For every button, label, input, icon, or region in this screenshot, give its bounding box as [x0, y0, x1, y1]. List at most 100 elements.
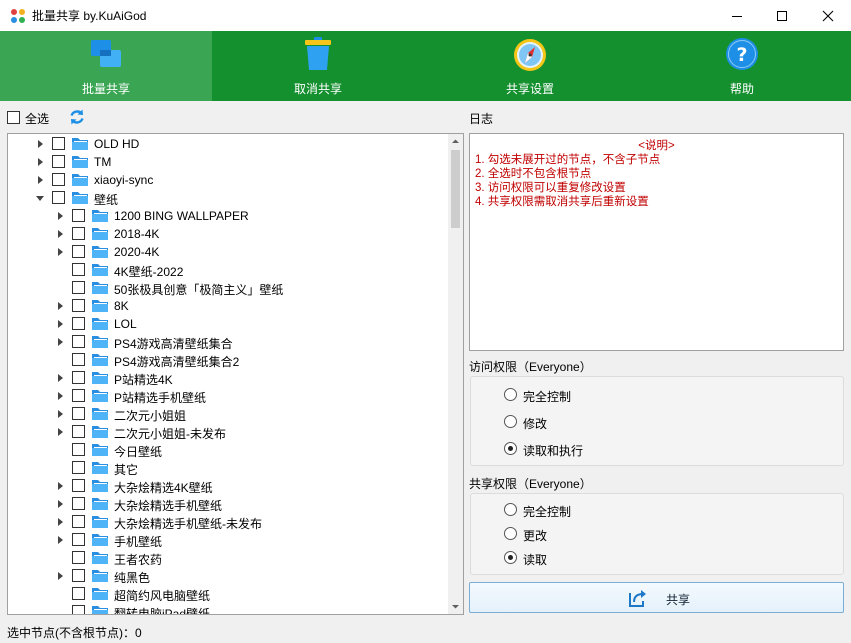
collapsed-arrow-icon[interactable] [55, 246, 65, 258]
tree-node[interactable]: 其它 [8, 459, 449, 477]
node-checkbox[interactable] [72, 245, 85, 258]
tree-node[interactable]: 超简约风电脑壁纸 [8, 585, 449, 603]
tree-vertical-scrollbar[interactable] [448, 134, 463, 614]
collapsed-arrow-icon[interactable] [55, 318, 65, 330]
tree-node[interactable]: TM [8, 153, 449, 171]
node-checkbox[interactable] [72, 389, 85, 402]
node-checkbox[interactable] [52, 173, 65, 186]
radio-dot[interactable] [504, 503, 517, 516]
tree-node-label: 手机壁纸 [114, 535, 163, 549]
log-textbox[interactable]: <说明> 1. 勾选未展开过的节点，不含子节点 2. 全选时不包含根节点 3. … [469, 133, 844, 351]
tree-node[interactable]: P站精选手机壁纸 [8, 387, 449, 405]
close-button[interactable] [805, 0, 851, 31]
tree-node[interactable]: 2020-4K [8, 243, 449, 261]
maximize-button[interactable] [759, 0, 805, 31]
node-checkbox[interactable] [52, 137, 65, 150]
collapsed-arrow-icon[interactable] [55, 336, 65, 348]
tree-node[interactable]: 二次元小姐姐 [8, 405, 449, 423]
node-checkbox[interactable] [72, 353, 85, 366]
tree-node-label: 二次元小姐姐-未发布 [114, 427, 226, 441]
node-checkbox[interactable] [72, 551, 85, 564]
node-checkbox[interactable] [72, 335, 85, 348]
toolbar-share-settings-button[interactable]: 共享设置 [424, 31, 636, 101]
tree-node[interactable]: 今日壁纸 [8, 441, 449, 459]
scroll-up-arrow-icon[interactable] [448, 134, 463, 149]
collapsed-arrow-icon[interactable] [55, 228, 65, 240]
collapsed-arrow-icon[interactable] [55, 426, 65, 438]
radio-dot[interactable] [504, 527, 517, 540]
node-checkbox[interactable] [72, 479, 85, 492]
tree-node[interactable]: P站精选4K [8, 369, 449, 387]
radio-label: 完全控制 [523, 505, 572, 519]
collapsed-arrow-icon[interactable] [35, 138, 45, 150]
node-checkbox[interactable] [72, 281, 85, 294]
tree-node[interactable]: xiaoyi-sync [8, 171, 449, 189]
tree-node-label: 2020-4K [114, 245, 160, 259]
checkbox[interactable] [7, 111, 20, 124]
toolbar-batch-share-button[interactable]: 批量共享 [0, 31, 212, 101]
tree-node[interactable]: 大杂烩精选手机壁纸 [8, 495, 449, 513]
collapsed-arrow-icon[interactable] [55, 570, 65, 582]
tree-node[interactable]: OLD HD [8, 135, 449, 153]
scrollbar-thumb[interactable] [451, 150, 460, 228]
tree-node[interactable]: 纯黑色 [8, 567, 449, 585]
node-checkbox[interactable] [72, 209, 85, 222]
node-checkbox[interactable] [72, 425, 85, 438]
node-checkbox[interactable] [72, 587, 85, 600]
radio-dot[interactable] [504, 551, 517, 564]
node-checkbox[interactable] [72, 299, 85, 312]
tree-node[interactable]: 1200 BING WALLPAPER [8, 207, 449, 225]
tree-node[interactable]: 8K [8, 297, 449, 315]
refresh-button[interactable] [68, 108, 86, 126]
tree-node[interactable]: 50张极具创意「极简主义」壁纸 [8, 279, 449, 297]
collapsed-arrow-icon[interactable] [35, 156, 45, 168]
collapsed-arrow-icon[interactable] [35, 174, 45, 186]
share-button[interactable]: 共享 [469, 582, 844, 613]
node-checkbox[interactable] [52, 155, 65, 168]
tree-node[interactable]: 大杂烩精选手机壁纸-未发布 [8, 513, 449, 531]
node-checkbox[interactable] [72, 533, 85, 546]
folder-tree[interactable]: OLD HD TM xiaoyi-sync 壁纸 1200 BING WALLPAPER… [7, 133, 464, 615]
collapsed-arrow-icon[interactable] [55, 210, 65, 222]
node-checkbox[interactable] [72, 443, 85, 456]
minimize-button[interactable] [714, 0, 760, 31]
collapsed-arrow-icon[interactable] [55, 408, 65, 420]
tree-node[interactable]: 二次元小姐姐-未发布 [8, 423, 449, 441]
collapsed-arrow-icon[interactable] [55, 498, 65, 510]
tree-node[interactable]: 大杂烩精选4K壁纸 [8, 477, 449, 495]
select-all-checkbox[interactable]: 全选 [7, 110, 67, 126]
tree-node[interactable]: 王者农药 [8, 549, 449, 567]
node-checkbox[interactable] [52, 191, 65, 204]
tree-node[interactable]: LOL [8, 315, 449, 333]
toolbar-help-button[interactable]: ? 帮助 [636, 31, 848, 101]
tree-node[interactable]: PS4游戏高清壁纸集合2 [8, 351, 449, 369]
tree-node[interactable]: 壁纸 [8, 189, 449, 207]
collapsed-arrow-icon[interactable] [55, 390, 65, 402]
collapsed-arrow-icon[interactable] [55, 300, 65, 312]
tree-node[interactable]: 4K壁纸-2022 [8, 261, 449, 279]
node-checkbox[interactable] [72, 227, 85, 240]
node-checkbox[interactable] [72, 371, 85, 384]
tree-node[interactable]: 翻转电脑iPad壁纸 [8, 603, 449, 614]
radio-dot[interactable] [504, 415, 517, 428]
node-checkbox[interactable] [72, 497, 85, 510]
collapsed-arrow-icon[interactable] [55, 516, 65, 528]
radio-dot[interactable] [504, 442, 517, 455]
node-checkbox[interactable] [72, 461, 85, 474]
node-checkbox[interactable] [72, 407, 85, 420]
node-checkbox[interactable] [72, 263, 85, 276]
node-checkbox[interactable] [72, 605, 85, 614]
node-checkbox[interactable] [72, 515, 85, 528]
expanded-arrow-icon[interactable] [35, 192, 45, 204]
collapsed-arrow-icon[interactable] [55, 372, 65, 384]
collapsed-arrow-icon[interactable] [55, 534, 65, 546]
tree-node[interactable]: PS4游戏高清壁纸集合 [8, 333, 449, 351]
tree-node[interactable]: 手机壁纸 [8, 531, 449, 549]
tree-node[interactable]: 2018-4K [8, 225, 449, 243]
node-checkbox[interactable] [72, 569, 85, 582]
radio-dot[interactable] [504, 388, 517, 401]
collapsed-arrow-icon[interactable] [55, 480, 65, 492]
toolbar-cancel-share-button[interactable]: 取消共享 [212, 31, 424, 101]
node-checkbox[interactable] [72, 317, 85, 330]
scroll-down-arrow-icon[interactable] [448, 599, 463, 614]
